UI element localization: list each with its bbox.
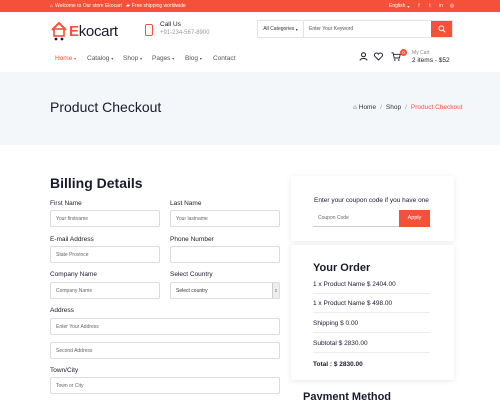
apply-coupon-button[interactable]: Apply	[399, 210, 430, 227]
email-label: E-mail Address	[50, 236, 94, 243]
phone-number-field[interactable]	[170, 246, 280, 263]
town-label: Town/City	[50, 367, 79, 374]
order-total: Total : $ 2830.00	[313, 361, 363, 368]
town-field[interactable]	[50, 377, 280, 394]
top-bar: ⌂ Welcome to Our store Ekocart ▰ Free sh…	[0, 0, 500, 12]
nav-item-catalog[interactable]: Catalog ▾	[87, 55, 113, 62]
chevron-down-icon: ▾	[140, 56, 143, 61]
heart-icon[interactable]	[374, 52, 383, 61]
welcome-notice: ⌂ Welcome to Our store Ekocart	[50, 3, 122, 9]
chevron-updown-icon: ⇕	[272, 283, 279, 298]
order-title: Your Order	[313, 262, 371, 274]
nav-item-blog[interactable]: Blog ▾	[185, 55, 202, 62]
first-name-field[interactable]	[50, 210, 160, 227]
truck-icon: ▰	[126, 2, 130, 9]
language-selector[interactable]: English ▾	[389, 3, 409, 9]
coupon-prompt: Enter your coupon code if you have one	[314, 197, 429, 204]
site-logo[interactable]: Ekocart	[50, 20, 118, 42]
order-subtotal: Subtotal $ 2830.00	[313, 340, 368, 347]
company-label: Company Name	[50, 271, 97, 278]
cart-logo-icon	[50, 21, 68, 41]
breadcrumb-current: Product Checkout	[410, 104, 463, 111]
search-input[interactable]	[304, 21, 431, 37]
divider	[313, 312, 430, 313]
phone-label: Call Us	[160, 21, 181, 28]
instagram-icon[interactable]: ◎	[449, 3, 455, 9]
billing-title: Billing Details	[50, 175, 143, 191]
twitter-icon[interactable]: t	[427, 3, 433, 9]
coupon-code-input[interactable]	[313, 210, 399, 227]
divider	[313, 332, 430, 333]
search-icon	[437, 25, 446, 33]
address-label: Address	[50, 307, 74, 314]
breadcrumb-shop[interactable]: Shop	[386, 104, 401, 111]
search-bar: All Categories ▾	[257, 20, 453, 38]
chevron-down-icon: ▾	[74, 56, 77, 61]
nav-item-shop[interactable]: Shop ▾	[123, 55, 142, 62]
cart-label: My Cart	[412, 50, 430, 56]
shipping-notice: ▰ Free shipping worldwide	[126, 3, 186, 9]
breadcrumb: ⌂ Home / Shop / Product Checkout	[353, 104, 463, 111]
phone-number-label: Phone Number	[170, 236, 214, 243]
language-label: English	[389, 3, 406, 9]
email-field[interactable]	[50, 246, 160, 263]
phone-number[interactable]: +91-234-567-8900	[160, 30, 210, 36]
welcome-text: Welcome to Our store Ekocart	[55, 3, 122, 9]
last-name-field[interactable]	[170, 210, 280, 227]
user-icon[interactable]	[359, 52, 368, 61]
search-button[interactable]	[431, 21, 452, 37]
nav-item-home[interactable]: Home ▾	[55, 55, 76, 62]
home-icon: ⌂	[353, 104, 357, 111]
brand-name: Ekocart	[69, 22, 118, 40]
shipping-text: Free shipping worldwide	[131, 3, 186, 9]
chevron-down-icon: ▾	[172, 56, 175, 61]
country-select-value: Select country	[176, 287, 208, 294]
linkedin-icon[interactable]: in	[438, 3, 444, 9]
divider	[313, 293, 430, 294]
breadcrumb-home[interactable]: ⌂ Home	[353, 104, 376, 111]
last-name-label: Last Name	[170, 200, 202, 207]
country-select[interactable]: Select country ⇕	[170, 282, 280, 299]
search-category-select[interactable]: All Categories ▾	[258, 21, 304, 37]
chevron-down-icon: ▾	[199, 56, 202, 61]
order-line-item: 1 x Product Name $ 2404.00	[313, 281, 396, 288]
nav-item-contact[interactable]: Contact	[213, 55, 235, 62]
facebook-icon[interactable]: f	[416, 3, 422, 9]
phone-icon	[145, 24, 153, 36]
payment-method-title: Payment Method	[303, 391, 392, 400]
home-icon: ⌂	[50, 2, 54, 9]
chevron-down-icon: ▾	[111, 56, 114, 61]
chevron-down-icon: ▾	[407, 3, 410, 9]
order-shipping: Shipping $ 0.00	[313, 320, 359, 327]
first-name-label: First Name	[50, 200, 82, 207]
cart-count-badge: 0	[400, 49, 407, 56]
second-address-field[interactable]	[50, 342, 280, 359]
company-field[interactable]	[50, 282, 160, 299]
page-title: Product Checkout	[50, 99, 162, 115]
coupon-card	[291, 176, 454, 241]
divider	[313, 352, 430, 353]
nav-item-pages[interactable]: Pages ▾	[152, 55, 174, 62]
order-line-item: 1 x Product Name $ 498.00	[313, 300, 393, 307]
chevron-down-icon: ▾	[295, 26, 298, 32]
cart-summary[interactable]: 2 items - $52	[412, 57, 450, 64]
country-label: Select Country	[170, 271, 213, 278]
address-field[interactable]	[50, 318, 280, 335]
